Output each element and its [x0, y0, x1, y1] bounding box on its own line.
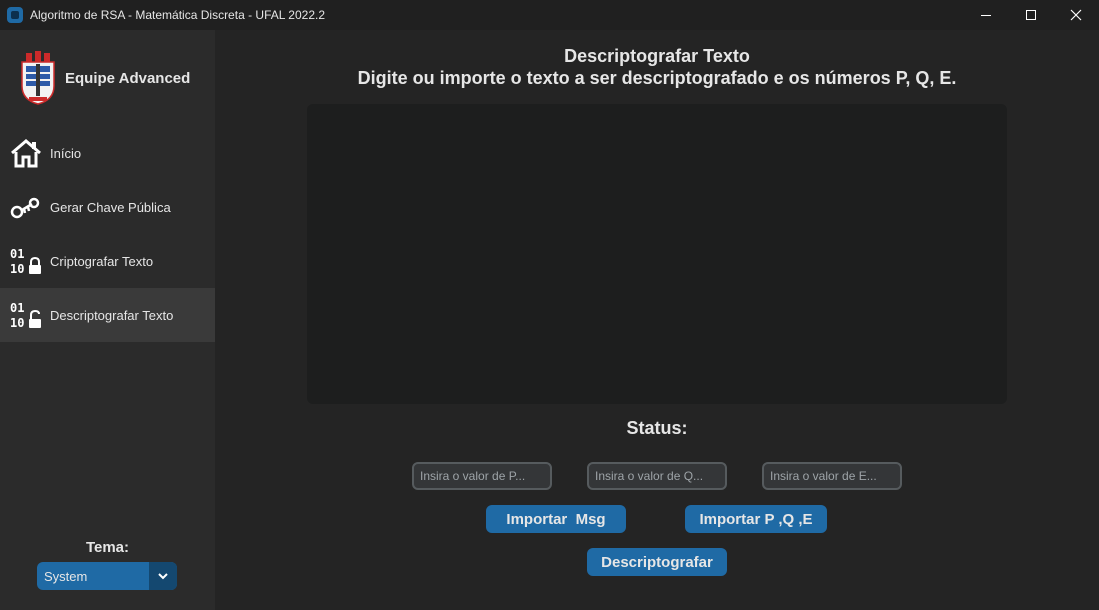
- svg-text:01: 01: [10, 301, 24, 315]
- message-textbox[interactable]: [307, 104, 1007, 404]
- team-name: Equipe Advanced: [65, 70, 191, 87]
- page-title: Descriptografar Texto: [564, 46, 750, 66]
- theme-dropdown[interactable]: System: [37, 562, 177, 590]
- sidebar-item-label: Descriptografar Texto: [50, 307, 174, 323]
- decrypt-button[interactable]: Descriptografar: [587, 548, 727, 576]
- theme-label: Tema:: [85, 539, 130, 556]
- theme-dropdown-value: System: [44, 569, 88, 584]
- svg-text:10: 10: [10, 262, 24, 276]
- sidebar-item-label: Gerar Chave Pública: [50, 199, 171, 215]
- dropdown-arrow-button[interactable]: [149, 562, 177, 590]
- svg-text:01: 01: [10, 247, 24, 261]
- minimize-button[interactable]: [963, 0, 1009, 30]
- svg-text:10: 10: [10, 316, 24, 330]
- home-icon: [11, 139, 41, 168]
- e-value-input[interactable]: [762, 462, 902, 490]
- page-subtitle: Digite ou importe o texto a ser descript…: [357, 68, 957, 88]
- import-pqe-button[interactable]: Importar P ,Q ,E: [685, 505, 827, 533]
- title-bar: Algoritmo de RSA - Matemática Discreta -…: [0, 0, 1099, 30]
- sidebar: Equipe Advanced Início Gerar Chave Públi…: [0, 30, 215, 610]
- status-label: Status:: [626, 418, 688, 438]
- maximize-icon: [1026, 10, 1036, 20]
- window-title: Algoritmo de RSA - Matemática Discreta -…: [30, 8, 326, 22]
- close-icon: [1070, 9, 1082, 21]
- main-panel: Descriptografar Texto Digite ou importe …: [215, 30, 1099, 610]
- sidebar-item-label: Início: [50, 145, 82, 161]
- sidebar-item-label: Criptografar Texto: [50, 253, 154, 269]
- binary-lock-icon: 01 10: [10, 247, 41, 276]
- q-value-input[interactable]: [587, 462, 727, 490]
- sidebar-item-inicio[interactable]: Início: [0, 126, 215, 180]
- sidebar-item-descriptografar[interactable]: 01 10 Descriptografar Texto: [0, 288, 215, 342]
- chevron-down-icon: [158, 573, 168, 580]
- sidebar-item-gerar-chave[interactable]: Gerar Chave Pública: [0, 180, 215, 234]
- import-message-button[interactable]: Importar Msg: [486, 505, 626, 533]
- binary-unlock-icon: 01 10: [10, 301, 41, 330]
- app-icon: [7, 7, 23, 23]
- maximize-button[interactable]: [1008, 0, 1054, 30]
- minimize-icon: [981, 14, 991, 16]
- p-value-input[interactable]: [412, 462, 552, 490]
- sidebar-item-criptografar[interactable]: 01 10 Criptografar Texto: [0, 234, 215, 288]
- key-icon: [10, 197, 40, 219]
- university-crest-logo: [21, 51, 55, 105]
- close-button[interactable]: [1053, 0, 1099, 30]
